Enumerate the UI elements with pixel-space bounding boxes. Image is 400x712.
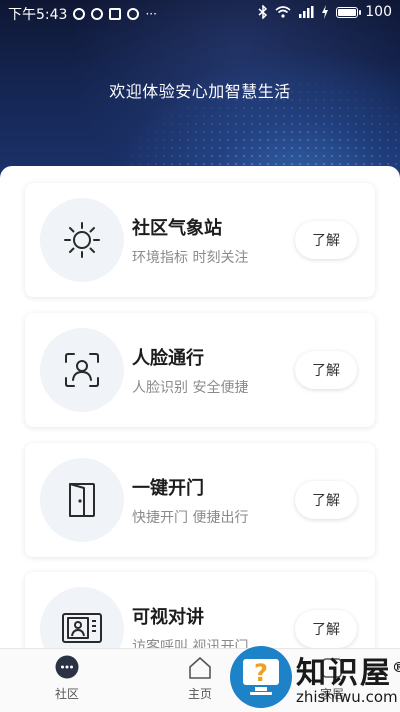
- learn-more-button[interactable]: 了解: [295, 351, 357, 389]
- card-face-access[interactable]: 人脸通行 人脸识别 安全便捷 了解: [25, 313, 375, 427]
- nav-label: 主页: [187, 687, 212, 701]
- bluetooth-icon: [258, 5, 268, 19]
- nav-item-community[interactable]: 社区: [27, 655, 107, 702]
- welcome-text: 欢迎体验安心加智慧生活: [109, 82, 291, 101]
- watermark: ? 知识屋® zhishiwu.com: [230, 644, 400, 710]
- card-title: 人脸通行: [132, 348, 204, 369]
- svg-text:?: ?: [254, 659, 268, 687]
- chat-bubble-icon: [55, 655, 79, 679]
- question-monitor-icon: ?: [243, 659, 279, 695]
- notification-icon-3: [109, 8, 122, 20]
- battery-icon: [336, 6, 362, 18]
- wifi-icon: [275, 6, 291, 18]
- card-title: 社区气象站: [132, 218, 222, 239]
- status-time: 下午5:43: [8, 7, 68, 23]
- more-notifications-icon: ···: [145, 7, 157, 21]
- notification-icon-2: [91, 8, 104, 20]
- card-subtitle: 环境指标 时刻关注: [132, 250, 249, 266]
- learn-more-button[interactable]: 了解: [295, 610, 357, 648]
- card-weather-station[interactable]: 社区气象站 环境指标 时刻关注 了解: [25, 183, 375, 297]
- card-one-key-door[interactable]: 一键开门 快捷开门 便捷出行 了解: [25, 443, 375, 557]
- card-title: 一键开门: [132, 478, 204, 499]
- face-scan-icon: [65, 353, 99, 387]
- card-subtitle: 快捷开门 便捷出行: [132, 510, 249, 526]
- charging-icon: [322, 5, 329, 19]
- watermark-logo: ?: [230, 646, 292, 708]
- card-subtitle: 人脸识别 安全便捷: [132, 380, 249, 396]
- notification-icon-1: [73, 8, 86, 20]
- sun-icon: [64, 222, 100, 258]
- learn-more-button[interactable]: 了解: [295, 481, 357, 519]
- notification-icon-4: [127, 8, 140, 20]
- door-icon: [69, 483, 95, 517]
- home-icon: [189, 657, 211, 679]
- intercom-icon: [62, 613, 102, 643]
- nav-item-home[interactable]: 主页: [160, 655, 240, 702]
- status-bar: 下午5:43 ··· 100: [0, 0, 400, 26]
- watermark-url: zhishiwu.com: [296, 688, 398, 706]
- nav-label: 社区: [54, 687, 79, 701]
- signal-icon: [299, 6, 314, 18]
- card-title: 可视对讲: [132, 607, 204, 628]
- watermark-title: 知识屋®: [296, 656, 400, 691]
- battery-level: 100: [365, 4, 392, 20]
- learn-more-button[interactable]: 了解: [295, 221, 357, 259]
